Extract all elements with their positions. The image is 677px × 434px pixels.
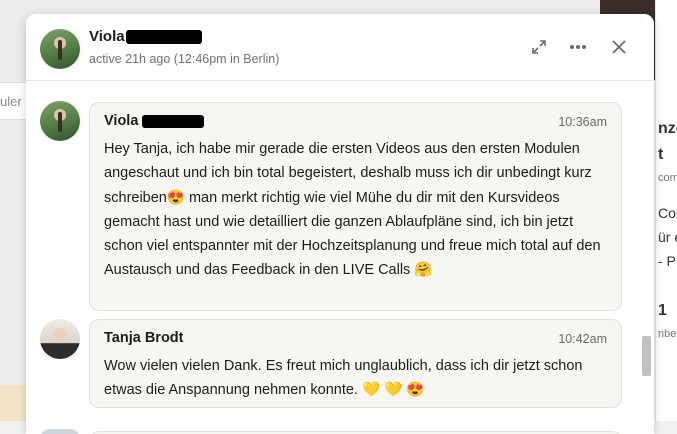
message-sender: Tanja Brodt [104, 330, 184, 346]
redaction-bar [125, 30, 202, 45]
message-text: Hey Tanja, ich habe mir gerade die erste… [104, 141, 601, 279]
background-text: t [658, 146, 664, 163]
background-left-panel [0, 80, 26, 421]
contact-name-label: Viola [89, 28, 125, 45]
message-sender-label: Viola [104, 113, 139, 129]
avatar[interactable] [40, 101, 80, 141]
chat-header: Viola active 21h ago (12:46pm in Berlin) [26, 14, 654, 81]
background-text: nber [658, 328, 677, 340]
message-time: 10:36am [558, 115, 607, 129]
message-text: Wow vielen vielen Dank. Es freut mich un… [104, 358, 583, 399]
message-bubble: Viola 10:36am Hey Tanja, ich habe mir ge… [89, 102, 622, 311]
contact-name[interactable]: Viola [89, 28, 202, 45]
scrollbar[interactable] [638, 81, 654, 434]
background-highlight-block [0, 385, 26, 421]
background-field-text: uler [0, 94, 22, 109]
message-sender: Viola [104, 113, 205, 129]
message-time: 10:42am [558, 332, 607, 346]
scrollbar-thumb[interactable] [642, 336, 651, 376]
expand-icon[interactable] [528, 36, 550, 58]
avatar[interactable] [40, 29, 80, 69]
avatar[interactable] [40, 429, 80, 434]
background-text: 1 [658, 302, 667, 319]
redaction-bar [142, 114, 205, 128]
background-text: - P [658, 253, 676, 269]
background-text: Cor [658, 205, 677, 221]
contact-status: active 21h ago (12:46pm in Berlin) [89, 52, 280, 66]
background-text: nze [658, 120, 677, 137]
more-icon[interactable] [567, 36, 589, 58]
message-bubble: Tanja Brodt 10:42am Wow vielen vielen Da… [89, 319, 622, 408]
message-list[interactable]: Viola 10:36am Hey Tanja, ich habe mir ge… [26, 81, 654, 434]
avatar[interactable] [40, 319, 80, 359]
close-icon[interactable] [608, 36, 630, 58]
background-right-panel: nze t com Cor ür e - P 1 nber [655, 0, 677, 421]
background-text: ür e [658, 229, 677, 245]
background-text: com [658, 172, 677, 184]
chat-window: Viola active 21h ago (12:46pm in Berlin)… [26, 14, 654, 434]
